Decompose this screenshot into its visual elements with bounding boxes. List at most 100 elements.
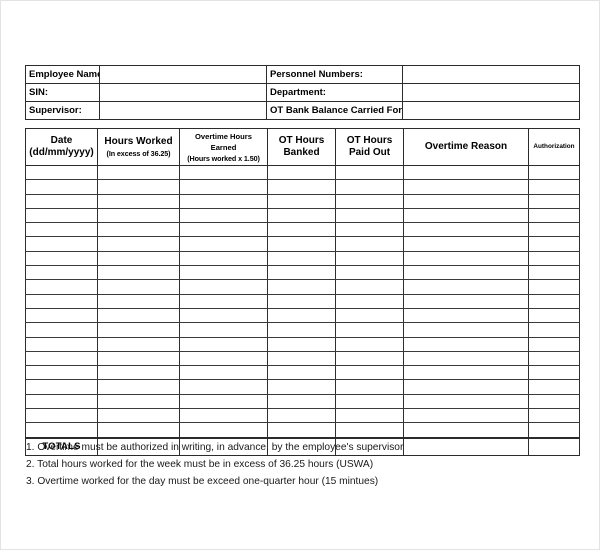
table-cell[interactable] — [25, 164, 98, 181]
table-cell[interactable] — [25, 207, 98, 224]
table-cell[interactable] — [97, 236, 180, 252]
table-cell[interactable] — [97, 207, 180, 224]
table-cell[interactable] — [528, 365, 580, 381]
table-cell[interactable] — [335, 422, 404, 439]
table-cell[interactable] — [25, 236, 98, 252]
table-cell[interactable] — [267, 207, 336, 224]
table-cell[interactable] — [335, 164, 404, 181]
table-cell[interactable] — [267, 193, 336, 209]
table-cell[interactable] — [528, 265, 580, 281]
table-cell[interactable] — [25, 193, 98, 209]
table-cell[interactable] — [25, 365, 98, 381]
table-cell[interactable] — [528, 393, 580, 410]
table-cell[interactable] — [179, 265, 268, 281]
table-cell[interactable] — [403, 408, 529, 424]
table-cell[interactable] — [97, 393, 180, 410]
table-cell[interactable] — [528, 307, 580, 324]
table-cell[interactable] — [335, 279, 404, 295]
table-cell[interactable] — [335, 322, 404, 338]
table-cell[interactable] — [528, 236, 580, 252]
table-cell[interactable] — [179, 179, 268, 195]
table-cell[interactable] — [335, 179, 404, 195]
table-cell[interactable] — [403, 207, 529, 224]
table-cell[interactable] — [528, 279, 580, 295]
table-cell[interactable] — [97, 193, 180, 209]
table-cell[interactable] — [403, 222, 529, 238]
table-cell[interactable] — [403, 179, 529, 195]
table-cell[interactable] — [267, 164, 336, 181]
table-cell[interactable] — [528, 193, 580, 209]
table-cell[interactable] — [403, 422, 529, 439]
table-cell[interactable] — [267, 365, 336, 381]
table-cell[interactable] — [403, 307, 529, 324]
table-cell[interactable] — [335, 393, 404, 410]
table-cell[interactable] — [267, 236, 336, 252]
table-cell[interactable] — [335, 350, 404, 367]
table-cell[interactable] — [179, 336, 268, 352]
field-employee-name[interactable] — [99, 65, 267, 84]
table-cell[interactable] — [403, 279, 529, 295]
table-cell[interactable] — [528, 250, 580, 267]
table-cell[interactable] — [179, 365, 268, 381]
table-cell[interactable] — [97, 336, 180, 352]
table-cell[interactable] — [335, 193, 404, 209]
table-cell[interactable] — [97, 422, 180, 439]
table-cell[interactable] — [267, 336, 336, 352]
table-cell[interactable] — [528, 422, 580, 439]
table-cell[interactable] — [97, 222, 180, 238]
table-cell[interactable] — [179, 379, 268, 395]
table-cell[interactable] — [179, 193, 268, 209]
table-cell[interactable] — [403, 265, 529, 281]
table-cell[interactable] — [25, 393, 98, 410]
table-cell[interactable] — [528, 322, 580, 338]
table-cell[interactable] — [25, 336, 98, 352]
table-cell[interactable] — [97, 307, 180, 324]
table-cell[interactable] — [335, 250, 404, 267]
table-cell[interactable] — [179, 408, 268, 424]
table-cell[interactable] — [267, 322, 336, 338]
table-cell[interactable] — [179, 322, 268, 338]
table-cell[interactable] — [335, 365, 404, 381]
table-cell[interactable] — [179, 279, 268, 295]
field-sin[interactable] — [99, 83, 267, 102]
table-cell[interactable] — [335, 336, 404, 352]
field-department[interactable] — [402, 83, 580, 102]
table-cell[interactable] — [25, 422, 98, 439]
table-cell[interactable] — [25, 265, 98, 281]
table-cell[interactable] — [97, 164, 180, 181]
table-cell[interactable] — [335, 236, 404, 252]
field-personnel-numbers[interactable] — [402, 65, 580, 84]
table-cell[interactable] — [267, 393, 336, 410]
table-cell[interactable] — [97, 322, 180, 338]
table-cell[interactable] — [403, 322, 529, 338]
table-cell[interactable] — [528, 222, 580, 238]
table-cell[interactable] — [97, 379, 180, 395]
table-cell[interactable] — [403, 250, 529, 267]
table-cell[interactable] — [25, 250, 98, 267]
table-cell[interactable] — [97, 265, 180, 281]
table-cell[interactable] — [179, 236, 268, 252]
field-supervisor[interactable] — [99, 101, 267, 120]
field-ot-bank-balance[interactable] — [402, 101, 580, 120]
table-cell[interactable] — [267, 422, 336, 439]
table-cell[interactable] — [179, 250, 268, 267]
table-cell[interactable] — [25, 350, 98, 367]
table-cell[interactable] — [179, 293, 268, 309]
table-cell[interactable] — [97, 408, 180, 424]
table-cell[interactable] — [528, 179, 580, 195]
table-cell[interactable] — [528, 164, 580, 181]
table-cell[interactable] — [403, 365, 529, 381]
table-cell[interactable] — [25, 293, 98, 309]
table-cell[interactable] — [403, 164, 529, 181]
table-cell[interactable] — [25, 322, 98, 338]
table-cell[interactable] — [97, 293, 180, 309]
table-cell[interactable] — [335, 265, 404, 281]
table-cell[interactable] — [25, 279, 98, 295]
table-cell[interactable] — [179, 350, 268, 367]
table-cell[interactable] — [267, 293, 336, 309]
table-cell[interactable] — [97, 279, 180, 295]
table-cell[interactable] — [25, 307, 98, 324]
table-cell[interactable] — [25, 408, 98, 424]
table-cell[interactable] — [403, 336, 529, 352]
table-cell[interactable] — [179, 307, 268, 324]
